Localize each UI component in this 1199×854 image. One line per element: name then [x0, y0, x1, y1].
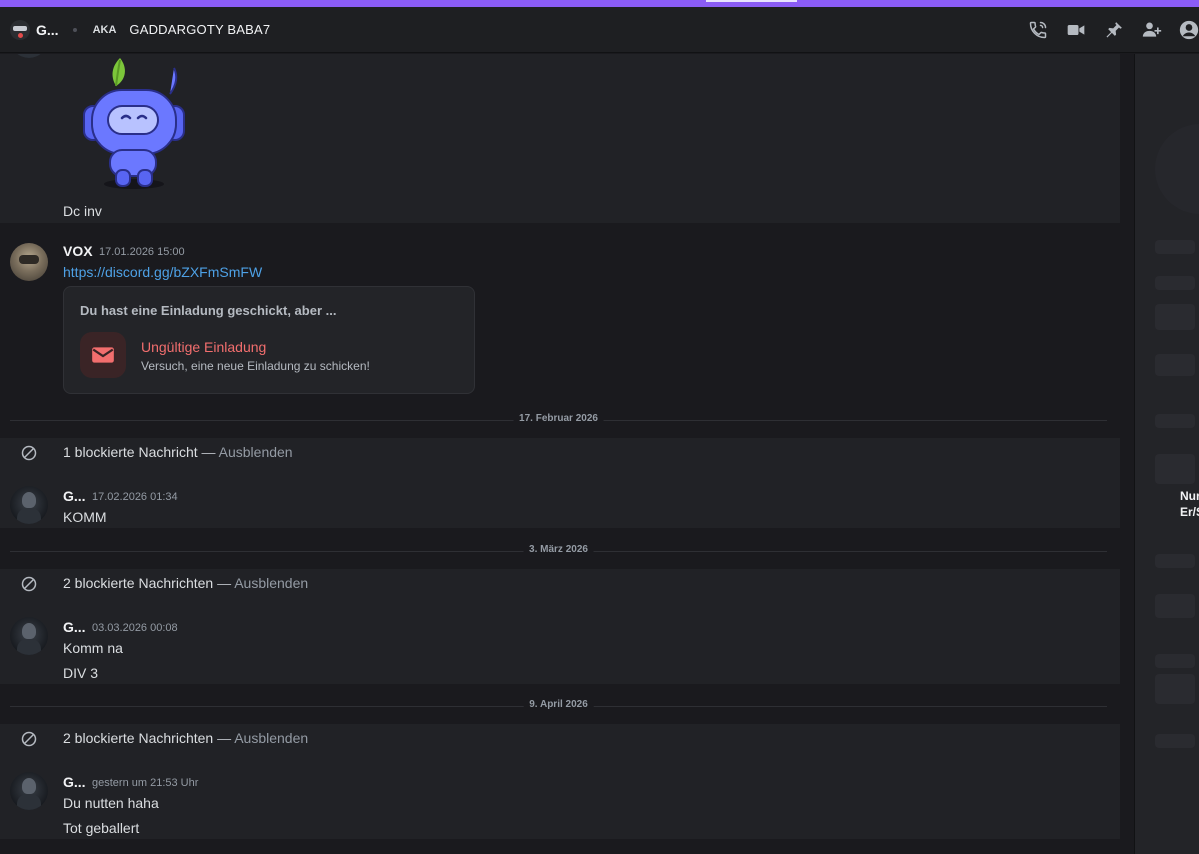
date-divider-label: 17. Februar 2026: [513, 413, 604, 424]
mail-icon: [80, 332, 126, 378]
hide-blocked-button[interactable]: Ausblenden: [234, 730, 308, 746]
date-divider-label: 9. April 2026: [523, 699, 594, 710]
header-toolbar: [1027, 7, 1199, 53]
avatar[interactable]: [10, 617, 48, 655]
date-divider-label: 3. März 2026: [523, 544, 594, 555]
message-author[interactable]: G...: [63, 774, 86, 790]
message-text: Dc inv: [63, 203, 102, 219]
header-username[interactable]: G...: [36, 22, 59, 38]
placeholder-block: [1155, 554, 1195, 568]
window-top-strip: [0, 0, 1199, 7]
message-text: Komm na: [63, 640, 123, 656]
message-text: Tot geballert: [63, 820, 140, 836]
hide-blocked-button[interactable]: Ausblenden: [219, 444, 293, 460]
wumpus-sticker: [83, 58, 185, 189]
placeholder-block: [1155, 454, 1195, 484]
placeholder-block: [1155, 734, 1195, 748]
invite-error: Ungültige Einladung: [141, 339, 267, 355]
header-nickname: GADDARGOTY BABA7: [129, 22, 271, 37]
scrollbar-track[interactable]: [1120, 54, 1134, 854]
blocked-icon: [21, 445, 37, 461]
message-text: Du nutten haha: [63, 795, 159, 811]
invite-title: Du hast eine Einladung geschickt, aber .…: [80, 303, 337, 318]
placeholder-block: [1155, 594, 1195, 618]
hide-blocked-button[interactable]: Ausblenden: [234, 575, 308, 591]
message-timestamp: 03.03.2026 00:08: [92, 622, 178, 634]
date-divider: 9. April 2026: [10, 699, 1107, 710]
placeholder-block: [1155, 354, 1195, 376]
placeholder-block: [1155, 240, 1195, 254]
avatar[interactable]: [10, 772, 48, 810]
invite-link[interactable]: https://discord.gg/bZXFmSmFW: [63, 264, 262, 280]
profile-avatar-placeholder: [1155, 124, 1199, 214]
message-author[interactable]: VOX: [63, 243, 93, 259]
message-group-top: Dc inv: [0, 54, 1120, 223]
header-avatar[interactable]: [10, 19, 30, 40]
message-timestamp: 17.01.2026 15:00: [99, 246, 185, 258]
profile-text-line: Er/S: [1180, 505, 1199, 519]
top-strip-highlight: [706, 0, 797, 2]
placeholder-block: [1155, 414, 1195, 428]
blocked-icon: [21, 731, 37, 747]
header-separator-dot: [72, 27, 77, 32]
date-divider: 17. Februar 2026: [10, 413, 1107, 424]
message-author[interactable]: G...: [63, 488, 86, 504]
placeholder-block: [1155, 654, 1195, 668]
video-icon[interactable]: [1065, 19, 1087, 41]
message-author[interactable]: G...: [63, 619, 86, 635]
avatar[interactable]: [10, 486, 48, 524]
message-list[interactable]: Dc inv VOX 17.01.2026 15:00 https://disc…: [0, 54, 1120, 854]
blocked-icon: [21, 576, 37, 592]
pin-icon[interactable]: [1103, 19, 1125, 41]
placeholder-block: [1155, 674, 1195, 704]
message-group-blocked-2: 2 blockierte Nachrichten — Ausblenden G.…: [0, 569, 1120, 684]
phone-icon[interactable]: [1027, 19, 1049, 41]
avatar[interactable]: [10, 243, 48, 281]
date-divider: 3. März 2026: [10, 544, 1107, 555]
profile-panel: Nur Er/S: [1134, 54, 1199, 854]
blocked-messages-notice: 1 blockierte Nachricht — Ausblenden: [63, 444, 293, 460]
message-timestamp: 17.02.2026 01:34: [92, 491, 178, 503]
invite-embed: Du hast eine Einladung geschickt, aber .…: [63, 286, 475, 394]
profile-icon[interactable]: [1179, 19, 1199, 41]
message-group-blocked-3: 2 blockierte Nachrichten — Ausblenden G.…: [0, 724, 1120, 839]
message-text: KOMM: [63, 509, 107, 525]
message-group-blocked-1: 1 blockierte Nachricht — Ausblenden G...…: [0, 438, 1120, 528]
profile-text-line: Nur: [1180, 489, 1199, 503]
blocked-messages-notice: 2 blockierte Nachrichten — Ausblenden: [63, 730, 309, 746]
message-text: DIV 3: [63, 665, 99, 681]
channel-header: G... AKA GADDARGOTY BABA7: [0, 7, 1199, 53]
avatar[interactable]: [10, 54, 48, 58]
header-aka-label: AKA: [92, 23, 117, 36]
blocked-messages-notice: 2 blockierte Nachrichten — Ausblenden: [63, 575, 309, 591]
placeholder-block: [1155, 304, 1195, 330]
invite-subtitle: Versuch, eine neue Einladung zu schicken…: [141, 359, 370, 373]
message-timestamp: gestern um 21:53 Uhr: [92, 777, 199, 789]
placeholder-block: [1155, 276, 1195, 290]
add-friend-icon[interactable]: [1141, 19, 1163, 41]
